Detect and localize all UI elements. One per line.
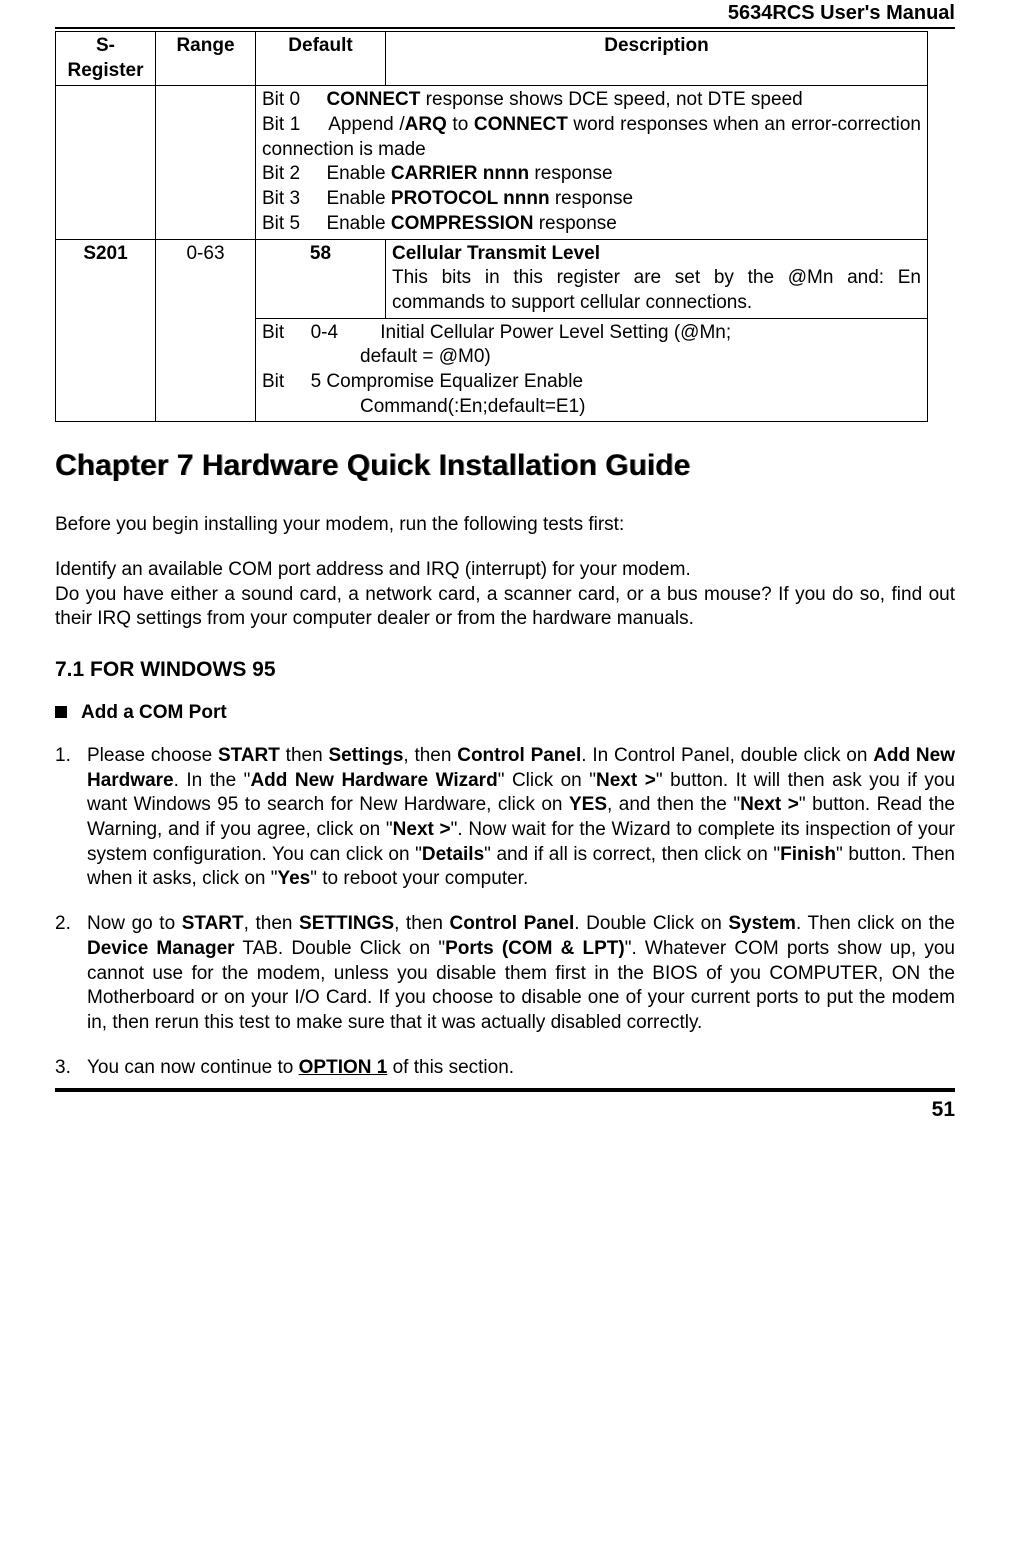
step-bold: Finish <box>780 844 836 865</box>
bit-label: Bit 0 <box>262 89 300 110</box>
step-bold: Next > <box>596 770 656 791</box>
intro-p3: Do you have either a sound card, a netwo… <box>55 583 955 632</box>
step-text: You can now continue to <box>87 1057 299 1078</box>
step-bold: Next > <box>393 819 451 840</box>
step-text: . Double Click on <box>574 913 728 934</box>
bit-label: Bit 0-4 <box>262 322 338 343</box>
bullet-heading: Add a COM Port <box>55 701 955 726</box>
bit-text: Command(:En;default=E1) <box>262 395 921 420</box>
list-item: 2. Now go to START, then SETTINGS, then … <box>55 912 955 1035</box>
step-text: TAB. Double Click on " <box>235 938 446 959</box>
bit-label: Bit 2 <box>262 163 300 184</box>
num-marker: 1. <box>55 744 71 769</box>
bit-label: Bit 1 <box>262 114 300 135</box>
bit-label: Bit 5 <box>262 213 300 234</box>
desc-title: Cellular Transmit Level <box>392 243 600 264</box>
cell-range-empty <box>156 86 256 239</box>
cell-desc-bits: Bit 0 CONNECT response shows DCE speed, … <box>256 86 928 239</box>
header-rule: 5634RCS User's Manual <box>55 0 955 29</box>
table-row: Bit 0 CONNECT response shows DCE speed, … <box>56 86 928 239</box>
num-marker: 2. <box>55 912 71 937</box>
step-text: . In Control Panel, double click on <box>581 745 873 766</box>
doc-title: 5634RCS User's Manual <box>55 0 955 27</box>
step-bold: START <box>218 745 280 766</box>
chapter-title: Chapter 7 Hardware Quick Installation Gu… <box>55 446 955 485</box>
table-row: S201 0-63 58 Cellular Transmit Level Thi… <box>56 239 928 318</box>
cell-range: 0-63 <box>156 239 256 422</box>
bit-text: response shows DCE speed, not DTE speed <box>420 89 802 110</box>
step-bold-underline: OPTION 1 <box>299 1057 388 1078</box>
step-text: " and if all is correct, then click on " <box>484 844 780 865</box>
bit-text: response <box>550 188 633 209</box>
cell-desc: Cellular Transmit Level This bits in thi… <box>386 239 928 318</box>
list-item: 1. Please choose START then Settings, th… <box>55 744 955 892</box>
step-bold: YES <box>569 794 607 815</box>
footer-rule <box>55 1088 955 1092</box>
bit-bold: PROTOCOL nnnn <box>391 188 550 209</box>
step-bold: START <box>182 913 244 934</box>
bit-bold: CONNECT <box>474 114 568 135</box>
step-text: , then <box>394 913 449 934</box>
step-bold: System <box>728 913 796 934</box>
step-bold: Device Manager <box>87 938 235 959</box>
list-item: 3. You can now continue to OPTION 1 of t… <box>55 1056 955 1081</box>
intro-p1: Before you begin installing your modem, … <box>55 513 955 538</box>
step-text: , then <box>403 745 457 766</box>
step-text: then <box>280 745 329 766</box>
step-text: , and then the " <box>607 794 740 815</box>
square-bullet-icon <box>55 706 67 718</box>
step-text: Now go to <box>87 913 182 934</box>
bit-text: Enable <box>326 213 390 234</box>
cell-default: 58 <box>256 239 386 318</box>
bit-text: default = @M0) <box>262 345 921 370</box>
numbered-list: 1. Please choose START then Settings, th… <box>55 744 955 1080</box>
bit-bold: CONNECT <box>326 89 420 110</box>
register-table: S-Register Range Default Description Bit… <box>55 31 928 422</box>
cell-sreg: S201 <box>56 239 156 422</box>
step-text: , then <box>244 913 299 934</box>
step-bold: Next > <box>740 794 799 815</box>
step-text: . Then click on the <box>796 913 955 934</box>
cell-desc-sub: Bit 0-4 Initial Cellular Power Level Set… <box>256 318 928 422</box>
bit-bold: ARQ <box>405 114 447 135</box>
bullet-title: Add a COM Port <box>81 702 227 723</box>
th-default: Default <box>256 32 386 86</box>
step-bold: Control Panel <box>457 745 581 766</box>
bit-label: Bit 3 <box>262 188 300 209</box>
step-text: Please choose <box>87 745 218 766</box>
step-bold: Add New Hardware Wizard <box>250 770 497 791</box>
bit-text: response <box>533 213 616 234</box>
intro-block: Identify an available COM port address a… <box>55 558 955 632</box>
bit-text: Enable <box>326 188 390 209</box>
table-header-row: S-Register Range Default Description <box>56 32 928 86</box>
bit-text: to <box>447 114 474 135</box>
step-bold: Yes <box>277 868 310 889</box>
bit-text: Append / <box>328 114 404 135</box>
bit-text: response <box>529 163 612 184</box>
step-bold: SETTINGS <box>299 913 394 934</box>
step-text: of this section. <box>387 1057 514 1078</box>
step-bold: Ports (COM & LPT) <box>445 938 625 959</box>
page-number: 51 <box>55 1096 955 1123</box>
step-text: " to reboot your computer. <box>310 868 528 889</box>
intro-p2: Identify an available COM port address a… <box>55 558 955 583</box>
num-marker: 3. <box>55 1056 71 1081</box>
step-text: " Click on " <box>498 770 596 791</box>
bit-label: Bit 5 Compromise Equalizer Enable <box>262 371 583 392</box>
step-bold: Details <box>422 844 484 865</box>
step-bold: Settings <box>328 745 403 766</box>
th-description: Description <box>386 32 928 86</box>
bit-text: Enable <box>326 163 390 184</box>
th-range: Range <box>156 32 256 86</box>
bit-text: Initial Cellular Power Level Setting (@M… <box>380 322 731 343</box>
step-text: . In the " <box>174 770 251 791</box>
step-bold: Control Panel <box>449 913 574 934</box>
cell-sreg-empty <box>56 86 156 239</box>
section-7-1-title: 7.1 FOR WINDOWS 95 <box>55 656 955 683</box>
desc-body: This bits in this register are set by th… <box>392 266 921 315</box>
bit-bold: COMPRESSION <box>391 213 534 234</box>
bit-bold: CARRIER nnnn <box>391 163 529 184</box>
th-sregister: S-Register <box>56 32 156 86</box>
